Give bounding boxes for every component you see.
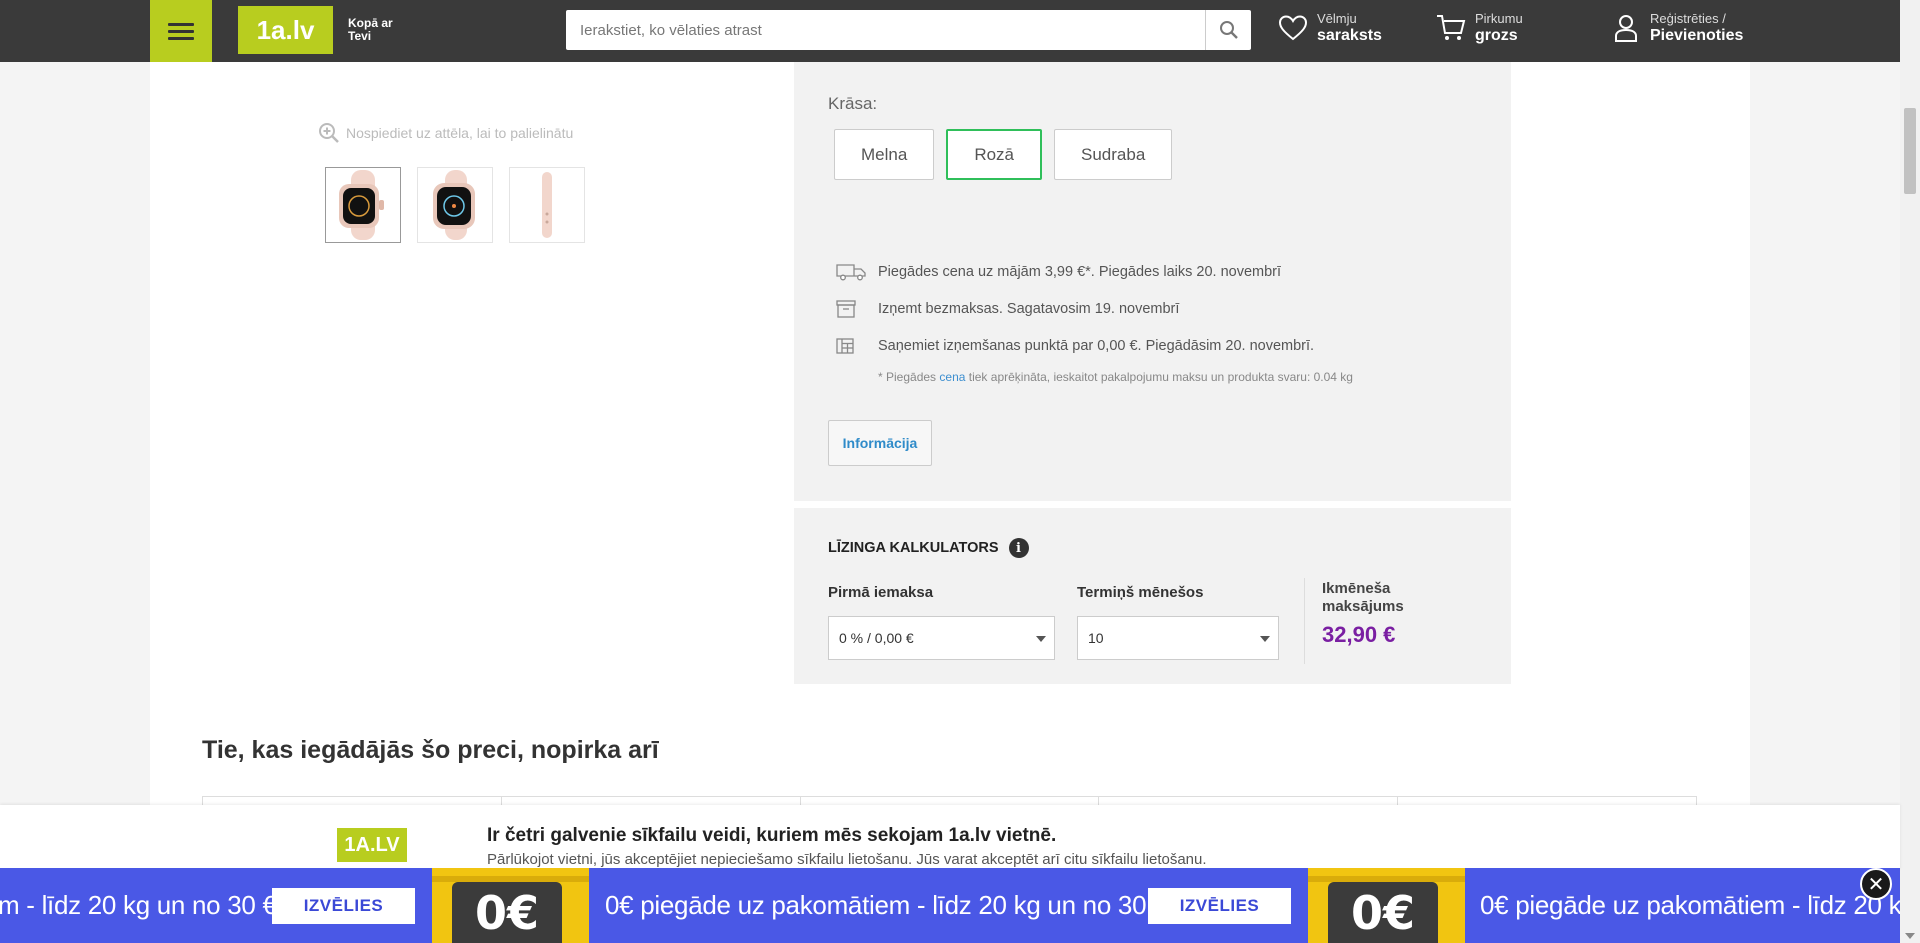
- hamburger-icon: [168, 19, 194, 44]
- wishlist-line1: Vēlmju: [1317, 11, 1357, 26]
- locker-label: 0€: [1328, 882, 1438, 943]
- store-box-icon: [834, 299, 878, 318]
- tagline: Kopā ar Tevi: [348, 17, 393, 43]
- color-option-black[interactable]: Melna: [834, 129, 935, 180]
- leasing-title-text: LĪZINGA KALKULATORS: [828, 540, 999, 556]
- also-bought-title: Tie, kas iegādājās šo preci, nopirka arī: [202, 736, 659, 764]
- wishlist-link[interactable]: Vēlmju saraksts: [1277, 11, 1382, 45]
- monthly-payment-label: Ikmēneša maksājums: [1322, 580, 1404, 615]
- delivery-pickup-row: Izņemt bezmaksas. Sagatavosim 19. novemb…: [834, 290, 1353, 327]
- tagline-line2: Tevi: [348, 29, 372, 43]
- cart-link[interactable]: Pirkumu grozs: [1435, 11, 1523, 45]
- tagline-line1: Kopā ar: [348, 16, 393, 30]
- cart-line2: grozs: [1475, 27, 1518, 44]
- parcel-locker-image: 0€: [1308, 868, 1465, 943]
- cookie-title: Ir četri galvenie sīkfailu veidi, kuriem…: [487, 825, 1057, 846]
- site-logo[interactable]: 1a.lv: [238, 6, 333, 54]
- search-icon: [1219, 21, 1238, 39]
- scroll-down-arrow-icon[interactable]: [1905, 933, 1915, 939]
- thumbnail-watch-side[interactable]: [417, 167, 493, 243]
- color-option-silver[interactable]: Sudraba: [1054, 129, 1173, 180]
- ad-banner[interactable]: m - līdz 20 kg un no 30 € IZVĒLIES 0€ 0€…: [0, 868, 1900, 943]
- information-button[interactable]: Informācija: [828, 420, 932, 466]
- divider: [1304, 578, 1305, 664]
- first-payment-label: Pirmā iemaksa: [828, 584, 934, 601]
- choose-button[interactable]: IZVĒLIES: [272, 888, 415, 924]
- account-line1: Reģistrēties /: [1650, 11, 1726, 26]
- banner-text: m - līdz 20 kg un no 30 €: [0, 890, 277, 920]
- parcel-locker-image: 0€: [432, 868, 589, 943]
- cookie-text: Pārlūkojot vietni, jūs akceptējiet nepie…: [487, 851, 1207, 868]
- top-header: 1a.lv Kopā ar Tevi Vēlmju saraksts Pirku…: [0, 0, 1900, 62]
- leasing-title: LĪZINGA KALKULATORS i: [828, 538, 1029, 558]
- banner-text-partial: m - līdz 20 kg un no 30 €: [0, 868, 277, 943]
- color-options: Melna Rozā Sudraba: [834, 129, 1173, 180]
- cart-line1: Pirkumu: [1475, 11, 1523, 26]
- search-button[interactable]: [1205, 10, 1251, 50]
- zoom-hint-text: Nospiediet uz attēla, lai to palielinātu: [346, 125, 574, 141]
- account-line2: Pievienoties: [1650, 27, 1744, 44]
- close-icon[interactable]: ✕: [1860, 868, 1892, 900]
- color-option-pink[interactable]: Rozā: [946, 129, 1042, 180]
- zoom-in-icon: [319, 123, 339, 143]
- truck-icon: [834, 263, 878, 281]
- delivery-note-start: * Piegādes: [878, 370, 940, 384]
- first-payment-select[interactable]: 0 % / 0,00 €: [828, 616, 1055, 660]
- delivery-note: * Piegādes cena tiek aprēķināta, ieskait…: [878, 370, 1353, 384]
- thumbnail-watch-band[interactable]: [509, 167, 585, 243]
- delivery-note-end: tiek aprēķināta, ieskaitot pakalpojumu m…: [965, 370, 1353, 384]
- term-value: 10: [1088, 630, 1104, 646]
- chevron-down-icon: [1260, 636, 1270, 642]
- cookie-notice: 1A.LV Ir četri galvenie sīkfailu veidi, …: [0, 805, 1900, 870]
- search-input[interactable]: [566, 10, 1205, 50]
- delivery-price-link[interactable]: cena: [939, 370, 965, 384]
- delivery-parcel-text: Saņemiet izņemšanas punktā par 0,00 €. P…: [878, 337, 1315, 354]
- thumbnail-strip: [325, 167, 585, 243]
- term-select[interactable]: 10: [1077, 616, 1279, 660]
- menu-button[interactable]: [150, 0, 212, 62]
- delivery-info: Piegādes cena uz mājām 3,99 €*. Piegādes…: [834, 253, 1353, 384]
- search-bar: [566, 10, 1251, 50]
- locker-label: 0€: [452, 882, 562, 943]
- choose-button[interactable]: IZVĒLIES: [1148, 888, 1291, 924]
- wishlist-line2: saraksts: [1317, 27, 1382, 44]
- delivery-parcel-row: Saņemiet izņemšanas punktā par 0,00 €. P…: [834, 327, 1353, 364]
- leasing-calculator: LĪZINGA KALKULATORS i Pirmā iemaksa 0 % …: [794, 508, 1511, 684]
- chevron-down-icon: [1036, 636, 1046, 642]
- color-label: Krāsa:: [828, 94, 878, 113]
- scrollbar-thumb[interactable]: [1904, 108, 1916, 194]
- zoom-hint: Nospiediet uz attēla, lai to palielinātu: [318, 122, 573, 144]
- cart-icon: [1435, 12, 1467, 44]
- parcel-locker-icon: [834, 337, 878, 354]
- banner-text-block: 0€ piegāde uz pakomātiem - līdz 20 kg u: [1480, 868, 1900, 943]
- heart-icon: [1277, 12, 1309, 44]
- delivery-pickup-text: Izņemt bezmaksas. Sagatavosim 19. novemb…: [878, 300, 1180, 317]
- banner-text: 0€ piegāde uz pakomātiem - līdz 20 kg un…: [605, 890, 1168, 920]
- thumbnail-watch-front[interactable]: [325, 167, 401, 243]
- banner-text-block: 0€ piegāde uz pakomātiem - līdz 20 kg un…: [605, 868, 1168, 943]
- watch-band-image: [542, 172, 552, 238]
- watch-front-image: [339, 170, 384, 240]
- info-icon[interactable]: i: [1008, 538, 1029, 558]
- watch-side-image: [433, 170, 475, 240]
- user-icon: [1610, 12, 1642, 44]
- page-scrollbar[interactable]: [1900, 0, 1920, 943]
- delivery-home-text: Piegādes cena uz mājām 3,99 €*. Piegādes…: [878, 263, 1282, 280]
- delivery-home-row: Piegādes cena uz mājām 3,99 €*. Piegādes…: [834, 253, 1353, 290]
- monthly-payment-value: 32,90 €: [1322, 622, 1396, 647]
- banner-text: 0€ piegāde uz pakomātiem - līdz 20 kg u: [1480, 890, 1900, 920]
- account-link[interactable]: Reģistrēties / Pievienoties: [1610, 11, 1743, 45]
- cookie-logo: 1A.LV: [337, 828, 407, 862]
- term-label: Termiņš mēnešos: [1077, 584, 1204, 601]
- product-options-panel: Krāsa: Melna Rozā Sudraba Piegādes cena …: [794, 62, 1511, 501]
- first-payment-value: 0 % / 0,00 €: [839, 630, 914, 646]
